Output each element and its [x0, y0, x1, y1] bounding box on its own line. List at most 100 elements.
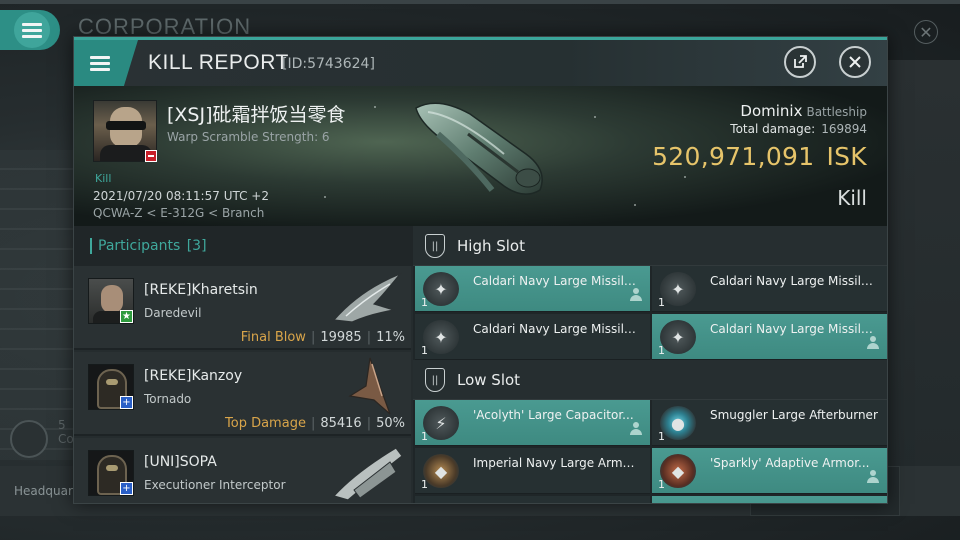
participant-name: [UNI]SOPA: [144, 454, 217, 470]
person-icon: [630, 422, 642, 435]
background-menu-button[interactable]: [0, 10, 60, 50]
module-name: Smuggler Large Afterburner: [710, 408, 878, 422]
background-bottom-text: Headquar: [14, 484, 73, 498]
dialog-title: KILL REPORT: [148, 51, 289, 74]
module-quantity: 1: [658, 344, 665, 357]
participant-row[interactable]: + [REKE]Kanzoy Tornado Top Damage | 85416 |…: [74, 352, 411, 436]
module-slot[interactable]: ✦ 1 Caldari Navy Large Missile...: [652, 314, 887, 360]
high-slot-label: High Slot: [457, 237, 525, 255]
final-blow-tag: Final Blow: [240, 330, 306, 345]
participant-row[interactable]: ★ [REKE]Kharetsin Daredevil Final Blow | 1…: [74, 266, 411, 350]
victim-ship-name[interactable]: Dominix Battleship: [740, 102, 867, 120]
low-slot-header: || Low Slot: [413, 360, 887, 400]
warp-scramble-strength: Warp Scramble Strength: 6: [167, 130, 330, 144]
plus-icon: +: [120, 396, 133, 409]
total-damage-value: 169894: [821, 122, 867, 136]
participant-ship-image: [348, 357, 391, 415]
armor-icon: ◆: [423, 454, 459, 488]
module-name: Caldari Navy Large Missile...: [473, 274, 641, 288]
participant-damage: 85416: [320, 416, 362, 431]
module-name: Caldari Navy Large Missile...: [473, 322, 641, 336]
armor-icon: ◆: [660, 454, 696, 488]
victim-name[interactable]: [XSJ]砒霜拌饭当零食: [167, 100, 346, 127]
module-quantity: 1: [421, 478, 428, 491]
background-side-text-2: Co: [58, 432, 74, 446]
module-slot[interactable]: [415, 496, 650, 503]
module-slot[interactable]: ✦ 1 Caldari Navy Large Missile...: [652, 266, 887, 312]
module-name: Caldari Navy Large Missile...: [710, 274, 878, 288]
participants-title[interactable]: Participants [3]: [90, 238, 207, 254]
person-icon: [867, 336, 879, 349]
module-quantity: 1: [658, 478, 665, 491]
total-damage: Total damage: 169894: [730, 122, 867, 136]
module-slot[interactable]: ⚡ 1 'Acolyth' Large Capacitor...: [415, 400, 650, 446]
background-side-text-1: 5: [58, 418, 66, 432]
star-icon: ★: [120, 310, 133, 323]
kill-tag: Kill: [95, 172, 112, 185]
background-close-icon[interactable]: ✕: [914, 20, 938, 44]
close-icon: [849, 56, 861, 68]
fitting-panel: || High Slot ✦ 1 Caldari Navy Large Miss…: [413, 226, 887, 503]
share-icon: [794, 55, 807, 68]
menu-icon: [90, 53, 110, 74]
background-top-line: [0, 0, 960, 4]
participants-panel: Participants [3] ★ [REKE]Kharetsin Dared…: [74, 226, 413, 503]
plus-icon: +: [120, 482, 133, 495]
participants-header: Participants [3]: [74, 226, 413, 266]
background-side-panel: [0, 150, 74, 460]
module-slot[interactable]: ● 1 Smuggler Large Afterburner: [652, 400, 887, 446]
participant-stats: Final Blow | 19985 | 11%: [240, 330, 405, 345]
ship-class-text: Battleship: [806, 105, 867, 119]
participant-ship: Tornado: [144, 392, 192, 406]
low-slot-icon: ||: [425, 368, 445, 392]
low-slot-label: Low Slot: [457, 371, 521, 389]
participant-ship-image: [332, 447, 403, 501]
module-name: 'Acolyth' Large Capacitor...: [473, 408, 634, 422]
participant-ship-image: [332, 272, 402, 323]
kill-location[interactable]: QCWA-Z < E-312G < Branch: [93, 206, 264, 220]
capacitor-icon: ⚡: [423, 406, 459, 440]
module-slot[interactable]: ✦ 1 Caldari Navy Large Missile...: [415, 266, 650, 312]
afterburner-icon: ●: [660, 406, 696, 440]
kill-timestamp: 2021/07/20 08:11:57 UTC +2: [93, 189, 269, 203]
participant-name: [REKE]Kharetsin: [144, 282, 258, 298]
high-slot-icon: ||: [425, 234, 445, 258]
module-name: 'Sparkly' Adaptive Armor...: [710, 456, 870, 470]
kill-id: [ID:5743624]: [282, 56, 375, 72]
module-slot[interactable]: ✦ 1 Caldari Navy Large Missile...: [415, 314, 650, 360]
menu-icon: [14, 12, 50, 48]
ship-name-text: Dominix: [740, 102, 803, 120]
module-slot[interactable]: [652, 496, 887, 503]
victim-banner: [XSJ]砒霜拌饭当零食 Warp Scramble Strength: 6 K…: [74, 86, 887, 226]
close-button[interactable]: [839, 46, 871, 78]
participant-percent: 11%: [376, 330, 405, 345]
share-button[interactable]: [784, 46, 816, 78]
launcher-icon: ✦: [660, 272, 696, 306]
background-side-text: 5 Co: [58, 418, 74, 446]
participant-ship: Executioner Interceptor: [144, 478, 286, 492]
total-damage-label: Total damage:: [730, 122, 816, 136]
module-quantity: 1: [658, 430, 665, 443]
background-circle-button[interactable]: [10, 420, 48, 458]
isk-amount: 520,971,091: [652, 142, 815, 171]
participant-row[interactable]: + [UNI]SOPA Executioner Interceptor: [74, 438, 411, 503]
module-name: Imperial Navy Large Armor...: [473, 456, 641, 470]
high-slot-header: || High Slot: [413, 226, 887, 266]
module-name: Caldari Navy Large Missile...: [710, 322, 878, 336]
module-quantity: 1: [421, 296, 428, 309]
isk-value: 520,971,091 ISK: [652, 142, 867, 171]
module-quantity: 1: [658, 296, 665, 309]
participants-title-text: Participants: [98, 238, 181, 254]
victim-ship-image[interactable]: [408, 94, 558, 202]
module-quantity: 1: [421, 344, 428, 357]
participant-percent: 50%: [376, 416, 405, 431]
kill-report-dialog: KILL REPORT [ID:5743624] [XSJ]砒霜拌饭当零食 Wa…: [73, 36, 888, 504]
module-slot[interactable]: ◆ 1 Imperial Navy Large Armor...: [415, 448, 650, 494]
launcher-icon: ✦: [660, 320, 696, 354]
kill-result: Kill: [837, 186, 867, 210]
isk-currency: ISK: [826, 142, 867, 171]
background-right-panel: [886, 60, 960, 480]
module-slot[interactable]: ◆ 1 'Sparkly' Adaptive Armor...: [652, 448, 887, 494]
launcher-icon: ✦: [423, 272, 459, 306]
person-icon: [867, 470, 879, 483]
